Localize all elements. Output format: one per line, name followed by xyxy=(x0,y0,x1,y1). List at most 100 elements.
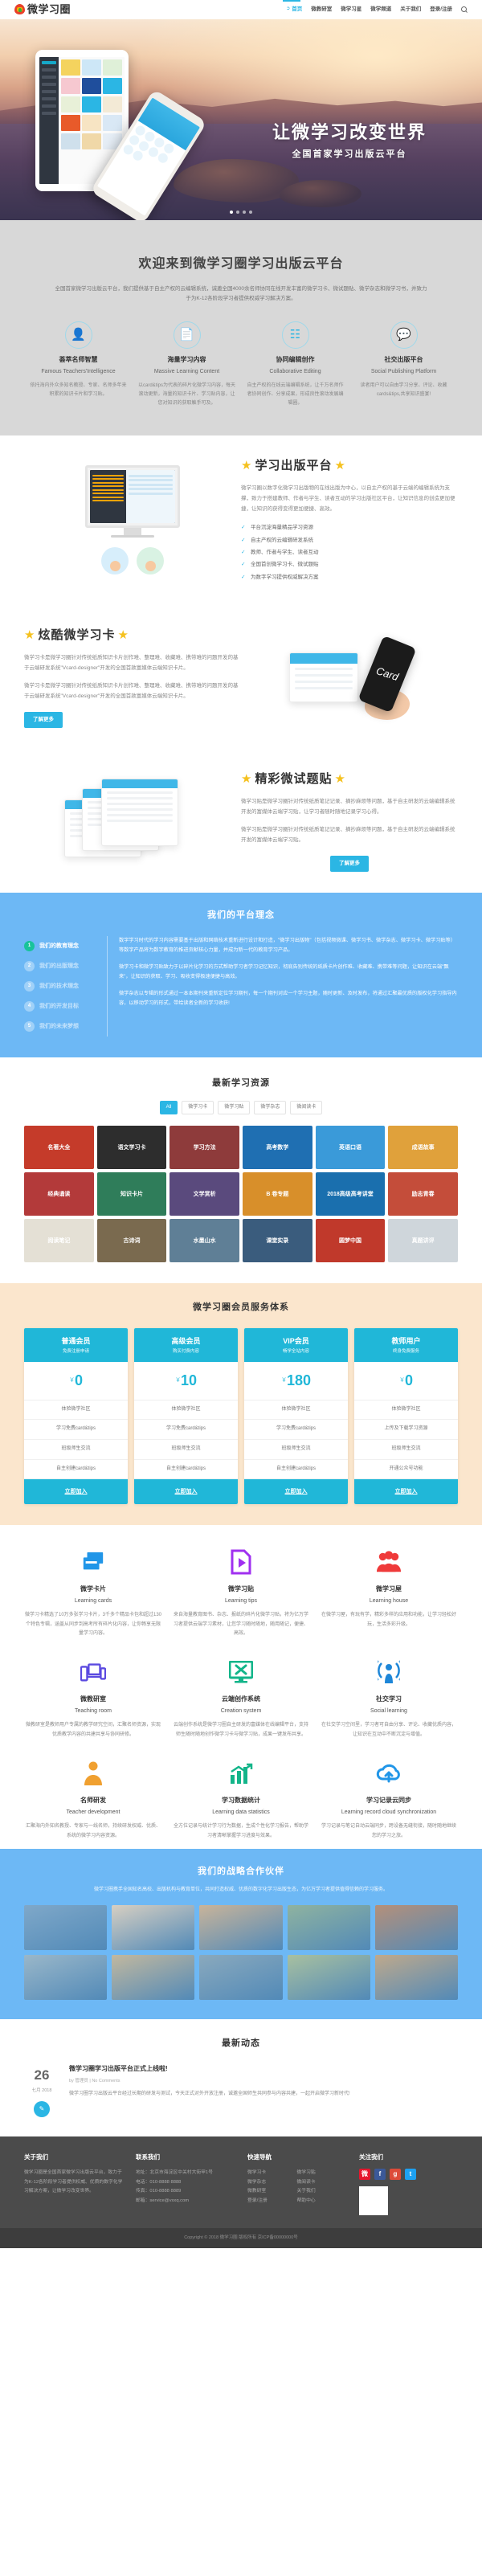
nav-link-learnstar[interactable]: 微学习星 xyxy=(341,6,362,14)
carousel-dot-3[interactable] xyxy=(243,211,246,214)
resource-card[interactable]: 知识卡片 xyxy=(96,1172,167,1216)
card-paragraph-2: 微学习卡是微学习圈针对传统纸质知识卡片创作难、整理难、收藏难、携带难的问题开发的… xyxy=(24,682,239,699)
site-footer: 关于我们 微学习圈是全国首家微学习出版云平台，致力于为K-12各阶段学习者提供权威… xyxy=(0,2136,482,2228)
carousel-dot-4[interactable] xyxy=(249,211,252,214)
partner-photo[interactable] xyxy=(374,1905,458,1951)
membership-card: 高级会员 购买付费内容 ￥10 体验微学社区 学习免费card&tips 班级师生交… xyxy=(134,1327,238,1505)
membership-feature: 班级师生交流 xyxy=(134,1440,238,1460)
site-logo[interactable]: 微学习圈 xyxy=(14,2,71,18)
footer-link[interactable]: 微学习卡 xyxy=(247,2169,297,2178)
membership-feature: 学习免费card&tips xyxy=(134,1420,238,1440)
carousel-dot-1[interactable] xyxy=(230,211,233,214)
resource-card[interactable]: 阅读笔记 xyxy=(24,1219,94,1263)
resources-tab-tips[interactable]: 微学习贴 xyxy=(218,1100,251,1115)
tips-learn-more-button[interactable]: 了解更多 xyxy=(330,856,369,873)
footer-link[interactable]: 帮助中心 xyxy=(297,2197,347,2206)
service-subtitle: Creation system xyxy=(220,1708,262,1715)
service-title: 学习记录云同步 xyxy=(366,1797,411,1805)
service-desc: 微教研室是教师用户专属的教学研究空间，汇聚名师资源，实现优质教学内容的共建共享与… xyxy=(25,1723,161,1737)
broadcast-icon xyxy=(320,1656,458,1688)
weibo-icon[interactable]: 微 xyxy=(359,2168,370,2180)
carousel-dot-2[interactable] xyxy=(236,211,239,214)
partner-photo[interactable] xyxy=(287,1955,370,2001)
resource-card[interactable]: 名著大全 xyxy=(24,1126,94,1170)
play-document-icon xyxy=(172,1546,310,1578)
footer-text: 微学习圈是全国首家微学习出版云平台，致力于为K-12各阶段学习者提供权威、优质的… xyxy=(24,2169,123,2194)
resource-card[interactable]: 古诗词 xyxy=(96,1219,167,1263)
feature-social: 💬 社交出版平台 Social Publishing Platform 读者用户… xyxy=(349,321,458,407)
resource-card[interactable]: 圆梦中国 xyxy=(315,1219,386,1263)
resources-tab-reading[interactable]: 微阅读卡 xyxy=(290,1100,323,1115)
nav-link-login-register[interactable]: 登录/注册 xyxy=(430,6,452,14)
philosophy-tab-publishing[interactable]: 2 我们的出版理念 xyxy=(24,956,100,976)
search-icon[interactable] xyxy=(461,6,468,13)
resource-card[interactable]: B 卷专题 xyxy=(242,1172,312,1216)
tab-number: 2 xyxy=(24,960,35,971)
partner-photo[interactable] xyxy=(374,1955,458,2001)
footer-column: 快速导航微学习卡 微学习贴 微学杂志 微阅读卡 微教研室 关于我们 登录/注册 帮助中心 xyxy=(247,2153,346,2215)
partner-photo[interactable] xyxy=(112,1905,195,1951)
service-desc: 来自海量教育图书、杂志、报纸的碎片化微学习贴，将为亿万学习者提供云端学习素材，让… xyxy=(173,1613,308,1637)
resource-card[interactable]: 水墨山水 xyxy=(170,1219,239,1263)
footer-column-title: 快速导航 xyxy=(247,2153,272,2161)
philosophy-tab-dream[interactable]: 5 我们的未来梦想 xyxy=(24,1016,100,1037)
checklist-item: 平台沉淀海量精品学习资源 xyxy=(241,522,458,534)
news-item[interactable]: 26 七月 2018 ✎ 微学习圈学习出版平台正式上线啦! by 管理员 | N… xyxy=(24,2064,458,2117)
facebook-icon[interactable]: f xyxy=(374,2168,386,2180)
footer-link[interactable]: 微学杂志 xyxy=(247,2178,297,2188)
footer-link[interactable]: 关于我们 xyxy=(297,2187,347,2197)
philosophy-tab-goals[interactable]: 4 我们的开发目标 xyxy=(24,996,100,1016)
qr-code-image xyxy=(359,2186,388,2215)
resource-card[interactable]: 文学赏析 xyxy=(170,1172,239,1216)
home-arrow-icon: ➲ xyxy=(286,6,291,12)
partner-photo[interactable] xyxy=(24,1955,108,2001)
membership-join-button[interactable]: 立即加入 xyxy=(244,1479,348,1505)
philosophy-tab-technology[interactable]: 3 我们的技术理念 xyxy=(24,976,100,996)
resource-card[interactable]: 学习方法 xyxy=(170,1126,239,1170)
tab-number: 1 xyxy=(24,940,35,951)
resource-card[interactable]: 励志青春 xyxy=(388,1172,458,1216)
membership-card: VIP会员 畅学全站内容 ￥180 体验微学社区 学习免费card&tips 班级师… xyxy=(244,1327,348,1505)
resource-card[interactable]: 语文学习卡 xyxy=(96,1126,167,1170)
nav-link-channel[interactable]: 微学频道 xyxy=(370,6,391,14)
nav-active-underline xyxy=(283,0,300,2)
philosophy-tab-education[interactable]: 1 我们的教育理念 xyxy=(24,936,100,956)
footer-link[interactable]: 微学习贴 xyxy=(297,2169,347,2178)
google-plus-icon[interactable]: g xyxy=(390,2168,401,2180)
partner-photo[interactable] xyxy=(199,1955,283,2001)
partner-photo[interactable] xyxy=(287,1905,370,1951)
resource-card[interactable]: 成语故事 xyxy=(388,1126,458,1170)
nav-item-home[interactable]: ➲ 首页 xyxy=(286,6,302,14)
membership-card: 教师用户 终身免费服务 ￥0 体验微学社区 上传及下载学习资源 班级师生交流 开通公众… xyxy=(354,1327,458,1505)
resource-card[interactable]: 真题讲评 xyxy=(388,1219,458,1263)
partner-photo[interactable] xyxy=(112,1955,195,2001)
star-icon: ★ xyxy=(24,628,36,642)
membership-join-button[interactable]: 立即加入 xyxy=(354,1479,458,1505)
resource-card[interactable]: 高考数学 xyxy=(242,1126,312,1170)
resources-tab-all[interactable]: All xyxy=(159,1100,178,1115)
resources-section: 最新学习资源 All 微学习卡 微学习贴 微学杂志 微阅读卡 名著大全 语文学习卡… xyxy=(0,1057,482,1283)
tips-art xyxy=(24,777,241,865)
resource-card[interactable]: 英语口语 xyxy=(315,1126,386,1170)
footer-link[interactable]: 登录/注册 xyxy=(247,2197,297,2206)
nav-link-about[interactable]: 关于我们 xyxy=(400,6,421,14)
card-learn-more-button[interactable]: 了解更多 xyxy=(24,711,63,728)
footer-link[interactable]: 微阅读卡 xyxy=(297,2178,347,2188)
membership-join-button[interactable]: 立即加入 xyxy=(24,1479,128,1505)
resources-tab-magazine[interactable]: 微学杂志 xyxy=(254,1100,287,1115)
partner-photo[interactable] xyxy=(199,1905,283,1951)
membership-title: 微学习圈会员服务体系 xyxy=(193,1302,289,1313)
nav-link-microteach[interactable]: 微教研室 xyxy=(311,6,332,14)
resource-card[interactable]: 课堂实录 xyxy=(242,1219,312,1263)
resources-tab-cards[interactable]: 微学习卡 xyxy=(182,1100,214,1115)
partner-photo[interactable] xyxy=(24,1905,108,1951)
footer-link[interactable]: 微教研室 xyxy=(247,2187,297,2197)
membership-card-header: 普通会员 免费注册申请 xyxy=(24,1327,128,1362)
twitter-icon[interactable]: t xyxy=(405,2168,416,2180)
resource-card[interactable]: 2018高级高考讲堂 xyxy=(315,1172,386,1216)
membership-join-button[interactable]: 立即加入 xyxy=(134,1479,238,1505)
resource-card[interactable]: 经典诵读 xyxy=(24,1172,94,1216)
service-desc: 在微学习屋，有玩有学，精彩多样的应用和功能，让学习轻松好玩，生活多彩升级。 xyxy=(321,1613,456,1627)
nav-link-home[interactable]: 首页 xyxy=(292,6,302,14)
news-headline[interactable]: 微学习圈学习出版平台正式上线啦! xyxy=(69,2064,350,2075)
